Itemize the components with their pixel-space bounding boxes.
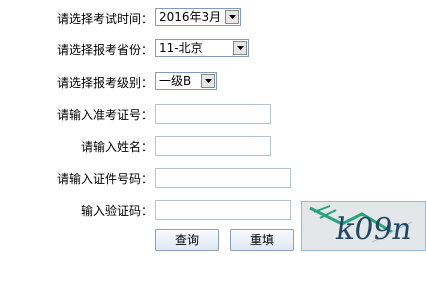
captcha-input[interactable] [155,200,291,220]
level-label: 请选择报考级别： [56,76,153,90]
name-row: 请输入姓名： [0,136,426,158]
level-row: 请选择报考级别： 一级B [0,72,426,94]
province-value: 11-北京 [159,41,203,55]
level-value: 一级B [159,74,192,88]
captcha-label: 输入验证码： [80,204,153,218]
chevron-down-icon[interactable] [201,74,215,88]
reset-button[interactable]: 重填 [230,229,294,251]
name-label: 请输入姓名： [80,140,153,154]
id-no-row: 请输入证件号码： [0,168,426,190]
province-select[interactable]: 11-北京 [155,39,249,57]
admission-no-label: 请输入准考证号： [56,108,153,122]
chevron-down-icon[interactable] [225,10,239,24]
id-no-input[interactable] [155,168,291,188]
id-no-label: 请输入证件号码： [56,172,153,186]
captcha-text: k09n [333,212,415,247]
exam-time-value: 2016年3月 [159,10,222,24]
admission-no-row: 请输入准考证号： [0,104,426,126]
level-select[interactable]: 一级B [155,72,217,90]
exam-time-row: 请选择考试时间： 2016年3月 [0,8,426,30]
province-row: 请选择报考省份： 11-北京 [0,39,426,61]
chevron-down-icon[interactable] [233,41,247,55]
exam-time-select[interactable]: 2016年3月 [155,8,241,26]
query-button[interactable]: 查询 [155,229,219,251]
province-label: 请选择报考省份： [56,43,153,57]
admission-no-input[interactable] [155,104,271,124]
exam-time-label: 请选择考试时间： [56,12,153,26]
captcha-image[interactable]: k09n [301,201,426,251]
name-input[interactable] [155,136,271,156]
